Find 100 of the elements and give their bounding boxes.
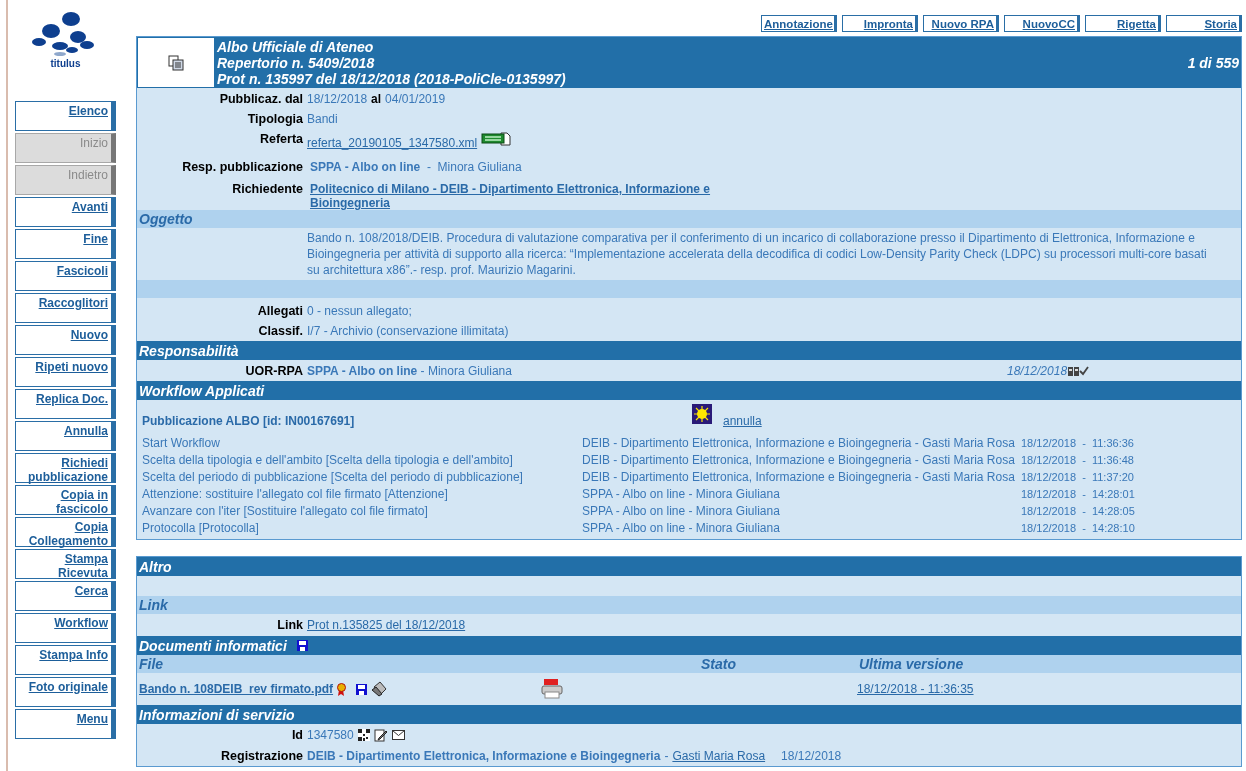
- requester-link[interactable]: Politecnico di Milano - DEIB - Dipartimento Elettronica, Informazione e Bioingegneria: [310, 182, 755, 210]
- workflow-step: Attenzione: sostituire l'allegato col file firmato [Attenzione]: [142, 486, 582, 501]
- office-name: DEIB - Dipartimento Elettronica, Informazione e Bioingegneria: [307, 749, 661, 763]
- version-link[interactable]: 18/12/2018 - 11:36:35: [857, 682, 974, 696]
- sidebar-button[interactable]: Elenco: [15, 101, 116, 131]
- action-button[interactable]: Annotazione: [761, 15, 837, 32]
- sidebar-button[interactable]: Fascicoli: [15, 261, 116, 291]
- field-value: I/7 - Archivio (conservazione illimitata): [307, 323, 509, 340]
- field-label: Tipologia: [246, 112, 303, 126]
- sidebar-button[interactable]: Copia Collegamento: [15, 517, 116, 547]
- logo-text: titulus: [50, 58, 81, 69]
- sidebar-button[interactable]: Cerca: [15, 581, 116, 611]
- step-actor: SPPA - Albo on line - Minora Giuliana: [582, 503, 781, 518]
- header-title: Albo Ufficiale di Ateneo: [217, 38, 375, 55]
- section-title: Oggetto: [138, 211, 193, 227]
- section-title: Informazioni di servizio: [138, 706, 295, 723]
- file-link[interactable]: referta_20190105_1347580.xml: [307, 136, 478, 150]
- field-value: 1347580: [307, 728, 354, 742]
- save-icon[interactable]: [296, 640, 308, 651]
- field-label: Referta: [258, 132, 303, 146]
- step-time: 18/12/2018 - 11:36:48: [1021, 453, 1134, 466]
- field-label: al: [371, 92, 382, 106]
- file-link[interactable]: Bando n. 108DEIB_rev firmato.pdf: [139, 682, 334, 696]
- cancel-link[interactable]: annulla: [723, 414, 762, 428]
- field-value: 0 - nessun allegato;: [307, 303, 412, 320]
- sun-icon[interactable]: [692, 404, 712, 424]
- workflow-step: Avanzare con l'iter [Sostituire l'allegato col file firmato]: [142, 503, 582, 518]
- field-label: Resp. pubblicazione: [181, 160, 303, 174]
- documents-icon[interactable]: [168, 54, 184, 71]
- field-label: Id: [290, 728, 303, 742]
- html-file-icon[interactable]: [481, 132, 512, 146]
- field-label: Link: [276, 618, 303, 632]
- person-link[interactable]: Gasti Maria Rosa: [672, 749, 766, 763]
- sidebar-button[interactable]: Raccoglitori: [15, 293, 116, 323]
- subject-text: Bando n. 108/2018/DEIB. Procedura di valutazione comparativa per il conferimento di un incarico di collaborazione presso il Dipartimento di Elettronica, Informazione e Bioingegneria per attività di supporto alla ricerca: “Implementazione accelerata della decodifica di codici Low-Density Parity Check (LDPC) su processori multi-core basati su architettura x86”.- resp. prof. Maurizio Magarini.: [307, 230, 1208, 278]
- envelope-icon[interactable]: [391, 730, 405, 740]
- sidebar-button[interactable]: Copia in fascicolo: [15, 485, 116, 515]
- field-label: Richiedente: [231, 182, 303, 196]
- step-actor: SPPA - Albo on line - Minora Giuliana: [582, 486, 781, 501]
- scanner-icon[interactable]: [371, 681, 388, 697]
- people-icon[interactable]: [1068, 365, 1080, 376]
- field-value: 04/01/2019: [385, 92, 446, 106]
- step-time: 18/12/2018 - 14:28:01: [1021, 487, 1135, 500]
- field-label: UOR-RPA: [244, 363, 303, 378]
- step-actor: SPPA - Albo on line - Minora Giuliana: [582, 520, 781, 535]
- protocol-link[interactable]: Prot n.135825 del 18/12/2018: [307, 618, 466, 632]
- step-actor: DEIB - Dipartimento Elettronica, Informazione e Bioingegneria - Gasti Maria Rosa: [582, 452, 1016, 467]
- sidebar-button[interactable]: Menu: [15, 709, 116, 739]
- workflow-name: Pubblicazione ALBO [id: IN00167691]: [142, 414, 356, 428]
- sidebar-button[interactable]: Annulla: [15, 421, 116, 451]
- field-value: SPPA - Albo on line - Minora Giuliana: [310, 160, 522, 174]
- workflow-step: Scelta del periodo di pubblicazione [Scelta del periodo di pubblicazione]: [142, 469, 582, 484]
- sidebar-button[interactable]: Stampa Ricevuta: [15, 549, 116, 579]
- step-actor: DEIB - Dipartimento Elettronica, Informazione e Bioingegneria - Gasti Maria Rosa: [582, 469, 1016, 484]
- check-icon[interactable]: [1079, 365, 1090, 376]
- field-label: Pubblicaz. dal: [218, 92, 303, 106]
- section-title: Workflow Applicati: [138, 382, 265, 399]
- ribbon-icon[interactable]: [337, 682, 347, 696]
- sidebar-button[interactable]: Nuovo: [15, 325, 116, 355]
- action-button[interactable]: Storia: [1166, 15, 1242, 32]
- section-title: Link: [138, 597, 168, 613]
- step-time: 18/12/2018 - 11:36:36: [1021, 436, 1134, 449]
- step-time: 18/12/2018 - 14:28:10: [1021, 521, 1135, 534]
- save-icon[interactable]: [356, 683, 368, 695]
- date-text: 18/12/2018: [781, 749, 842, 763]
- column-header: Ultima versione: [858, 656, 965, 672]
- field-value: SPPA - Albo on line - Minora Giuliana: [307, 363, 513, 378]
- workflow-step: Scelta della tipologia e dell'ambito [Scelta della tipologia e dell'ambito]: [142, 452, 582, 467]
- sidebar-button[interactable]: Fine: [15, 229, 116, 259]
- sidebar-button[interactable]: Richiedi pubblicazione: [15, 453, 116, 483]
- date-text: 18/12/2018: [1007, 363, 1068, 378]
- step-time: 18/12/2018 - 11:37:20: [1021, 470, 1134, 483]
- header-title: Prot n. 135997 del 18/12/2018 (2018-PoliCle-0135997): [217, 70, 567, 87]
- qr-code-icon[interactable]: [357, 729, 370, 741]
- pdf-printer-icon[interactable]: [541, 679, 564, 699]
- section-title: Responsabilità: [138, 342, 239, 359]
- field-label: Allegati: [256, 303, 303, 320]
- step-time: 18/12/2018 - 14:28:05: [1021, 504, 1135, 517]
- action-button[interactable]: Rigetta: [1085, 15, 1161, 32]
- edit-icon[interactable]: [373, 728, 388, 742]
- sidebar-button[interactable]: Foto originale: [15, 677, 116, 707]
- sidebar-button[interactable]: Avanti: [15, 197, 116, 227]
- sidebar-button[interactable]: Ripeti nuovo: [15, 357, 116, 387]
- workflow-step: Protocolla [Protocolla]: [142, 520, 582, 535]
- column-header: File: [138, 656, 165, 672]
- field-label: Registrazione: [220, 749, 303, 763]
- action-button[interactable]: Nuovo RPA: [923, 15, 999, 32]
- action-button[interactable]: Impronta: [842, 15, 918, 32]
- step-actor: DEIB - Dipartimento Elettronica, Informazione e Bioingegneria - Gasti Maria Rosa: [582, 435, 1016, 450]
- sidebar-button[interactable]: Replica Doc.: [15, 389, 116, 419]
- field-label: Classif.: [257, 323, 303, 340]
- sidebar-button[interactable]: Workflow: [15, 613, 116, 643]
- column-header: Stato: [700, 656, 737, 672]
- record-counter: 1 di 559: [1187, 54, 1240, 71]
- field-value: Bandi: [307, 112, 338, 126]
- sidebar-button[interactable]: Stampa Info: [15, 645, 116, 675]
- action-button[interactable]: NuovoCC: [1004, 15, 1080, 32]
- field-value: 18/12/2018: [307, 92, 368, 106]
- workflow-step: Start Workflow: [142, 435, 582, 450]
- section-title: Documenti informatici: [138, 637, 287, 654]
